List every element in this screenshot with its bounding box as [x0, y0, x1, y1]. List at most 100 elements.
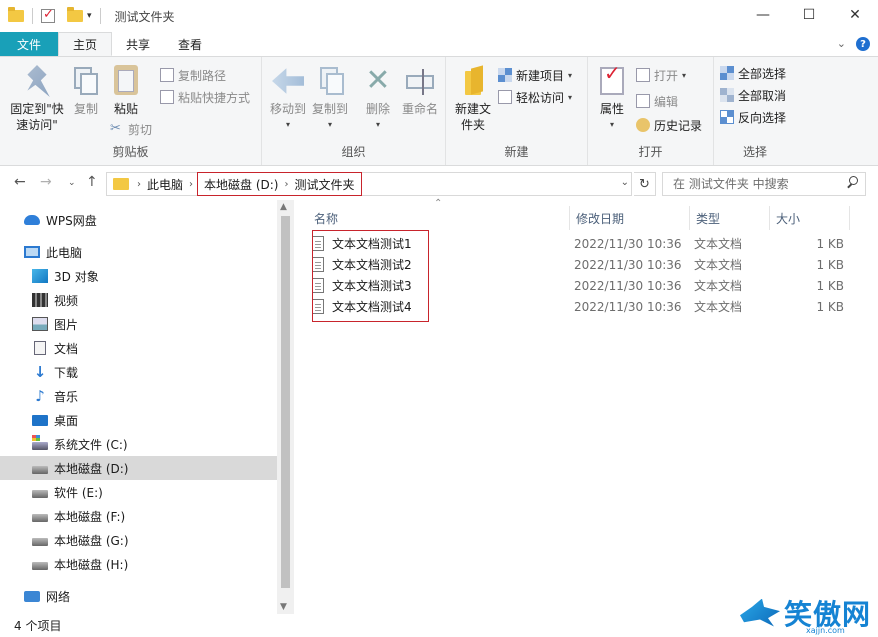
column-header-size[interactable]: 大小 — [770, 206, 850, 230]
search-input[interactable] — [663, 174, 839, 194]
rename-button[interactable]: 重命名 — [400, 65, 440, 117]
new-folder-quick-icon[interactable] — [67, 7, 83, 22]
nav-item-this-pc[interactable]: 此电脑 — [0, 240, 277, 264]
breadcrumb-highlight-box: 本地磁盘 (D:) › 测试文件夹 — [197, 172, 362, 196]
properties-button[interactable]: ✓ 属性 ▾ — [596, 63, 628, 133]
move-to-button[interactable]: 移动到 ▾ — [266, 65, 310, 133]
up-arrow-icon[interactable]: ↑ — [86, 174, 98, 190]
nav-item-network[interactable]: 网络 — [0, 584, 277, 608]
minimize-button[interactable]: — — [740, 0, 786, 30]
column-header-modified[interactable]: 修改日期 — [570, 206, 690, 230]
recent-locations-chevron-icon[interactable]: ⌄ — [68, 178, 76, 188]
forward-arrow-icon[interactable]: → — [40, 174, 52, 190]
nav-item-drive-e[interactable]: 软件 (E:) — [0, 480, 277, 504]
back-arrow-icon[interactable]: ← — [14, 174, 26, 190]
copy-to-button[interactable]: 复制到 ▾ — [308, 65, 352, 133]
file-name: 文本文档测试1 — [332, 237, 412, 251]
open-button[interactable]: 打开 ▾ — [636, 65, 686, 85]
new-folder-label: 新建文件夹 — [454, 102, 491, 132]
select-all-button[interactable]: 全部选择 — [720, 63, 786, 83]
easy-access-button[interactable]: 轻松访问 ▾ — [498, 87, 572, 107]
file-row[interactable]: 文本文档测试3 2022/11/30 10:36 文本文档 1 KB — [312, 275, 872, 296]
paste-shortcut-button[interactable]: 粘贴快捷方式 — [160, 87, 250, 107]
nav-item-music[interactable]: ♪ 音乐 — [0, 384, 277, 408]
customize-quick-access-chevron-icon[interactable]: ▾ — [87, 11, 92, 21]
tab-file[interactable]: 文件 — [0, 32, 58, 56]
new-folder-button[interactable]: 新建文件夹 — [452, 65, 494, 133]
nav-item-3d-objects[interactable]: 3D 对象 — [0, 264, 277, 288]
invert-selection-button[interactable]: 反向选择 — [720, 107, 786, 127]
collapse-ribbon-chevron-icon[interactable]: ⌄ — [837, 37, 846, 51]
address-bar[interactable]: › 此电脑 › 本地磁盘 (D:) › 测试文件夹 ⌄ — [106, 172, 632, 196]
chevron-right-icon[interactable]: › — [282, 179, 290, 190]
search-box[interactable] — [662, 172, 866, 196]
pin-quick-access-button[interactable]: 固定到"快速访问" — [6, 65, 68, 133]
copy-path-button[interactable]: 复制路径 — [160, 65, 226, 85]
nav-item-wps-cloud[interactable]: WPS网盘 — [0, 208, 277, 232]
nav-item-label: 3D 对象 — [54, 269, 99, 284]
breadcrumb-drive-d[interactable]: 本地磁盘 (D:) — [200, 176, 282, 193]
new-item-button[interactable]: 新建项目 ▾ — [498, 65, 572, 85]
delete-button[interactable]: ✕ 删除 ▾ — [360, 65, 396, 133]
history-label: 历史记录 — [654, 118, 703, 133]
nav-item-documents[interactable]: 文档 — [0, 336, 277, 360]
navigation-scrollbar[interactable]: ▲ ▼ — [277, 200, 294, 614]
chevron-right-icon[interactable]: › — [187, 179, 195, 190]
nav-item-drive-h[interactable]: 本地磁盘 (H:) — [0, 552, 277, 576]
cut-button[interactable]: ✂ 剪切 — [110, 119, 152, 139]
refresh-button[interactable]: ↻ — [634, 172, 656, 196]
file-modified: 2022/11/30 10:36 — [574, 299, 682, 314]
breadcrumb-test-folder[interactable]: 测试文件夹 — [290, 176, 358, 193]
file-row[interactable]: 文本文档测试4 2022/11/30 10:36 文本文档 1 KB — [312, 296, 872, 317]
nav-item-pictures[interactable]: 图片 — [0, 312, 277, 336]
chevron-right-icon[interactable]: › — [135, 179, 143, 190]
history-button[interactable]: 历史记录 — [636, 115, 702, 135]
nav-item-downloads[interactable]: ↓ 下载 — [0, 360, 277, 384]
document-icon — [34, 341, 46, 355]
tab-home[interactable]: 主页 — [58, 32, 113, 56]
organize-group: 移动到 ▾ 复制到 ▾ ✕ 删除 ▾ 重命名 组织 — [262, 57, 446, 165]
drive-icon — [32, 561, 48, 570]
address-history-chevron-icon[interactable]: ⌄ — [621, 177, 629, 188]
search-icon[interactable] — [845, 176, 859, 190]
column-header-name[interactable]: 名称 — [308, 206, 570, 230]
help-icon[interactable]: ? — [856, 37, 870, 51]
maximize-button[interactable]: ☐ — [786, 0, 832, 30]
history-icon — [636, 118, 650, 132]
navigation-pane: WPS网盘 此电脑 3D 对象 视频 图片 文档 ↓ 下载 ♪ 音乐 桌面 系统文件… — [0, 200, 294, 614]
copy-button[interactable]: 复制 — [70, 65, 102, 117]
nav-item-label: 本地磁盘 (F:) — [54, 509, 126, 524]
tab-view[interactable]: 查看 — [164, 32, 216, 56]
nav-item-drive-d[interactable]: 本地磁盘 (D:) — [0, 456, 277, 480]
copy-path-icon — [160, 68, 174, 82]
file-row[interactable]: 文本文档测试2 2022/11/30 10:36 文本文档 1 KB — [312, 254, 872, 275]
close-button[interactable]: ✕ — [832, 0, 878, 30]
file-row[interactable]: 文本文档测试1 2022/11/30 10:36 文本文档 1 KB — [312, 233, 872, 254]
nav-item-label: 此电脑 — [46, 245, 83, 260]
select-group: 全部选择 全部取消 反向选择 选择 — [714, 57, 796, 165]
properties-quick-icon[interactable] — [41, 7, 55, 23]
drive-icon — [32, 537, 48, 546]
breadcrumb-this-pc[interactable]: 此电脑 — [143, 176, 187, 193]
desktop-icon — [32, 414, 48, 426]
nav-item-desktop[interactable]: 桌面 — [0, 408, 277, 432]
edit-label: 编辑 — [654, 94, 679, 109]
scissors-icon: ✂ — [110, 121, 121, 136]
file-type: 文本文档 — [694, 258, 743, 272]
column-header-type[interactable]: 类型 — [690, 206, 770, 230]
refresh-icon: ↻ — [639, 176, 650, 192]
nav-item-drive-c[interactable]: 系统文件 (C:) — [0, 432, 277, 456]
scroll-up-icon[interactable]: ▲ — [280, 202, 287, 212]
paste-button[interactable]: 粘贴 — [110, 65, 142, 117]
nav-item-videos[interactable]: 视频 — [0, 288, 277, 312]
title-bar: ▾ 测试文件夹 — ☐ ✕ — [0, 0, 878, 32]
nav-item-drive-g[interactable]: 本地磁盘 (G:) — [0, 528, 277, 552]
select-none-button[interactable]: 全部取消 — [720, 85, 786, 105]
nav-item-drive-f[interactable]: 本地磁盘 (F:) — [0, 504, 277, 528]
edit-button[interactable]: 编辑 — [636, 91, 678, 111]
scrollbar-thumb[interactable] — [281, 216, 290, 588]
nav-item-label: 桌面 — [54, 413, 79, 428]
file-type: 文本文档 — [694, 300, 743, 314]
tab-share[interactable]: 共享 — [112, 32, 164, 56]
scroll-down-icon[interactable]: ▼ — [280, 602, 287, 612]
